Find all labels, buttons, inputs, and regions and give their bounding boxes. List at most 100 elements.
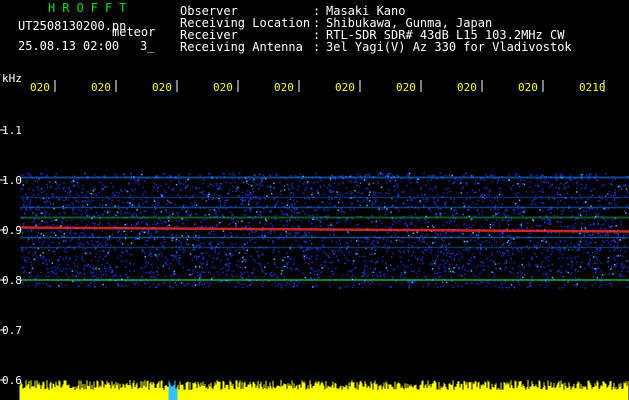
noise-dot — [574, 269, 576, 272]
noise-dot — [501, 244, 504, 246]
noise-dot — [334, 251, 337, 253]
noise-dot — [479, 272, 481, 275]
noise-dot — [375, 200, 377, 203]
noise-dot — [169, 280, 171, 283]
noise-dot — [89, 265, 92, 268]
noise-dot — [199, 277, 201, 279]
noise-dot — [195, 265, 197, 268]
noise-dot — [163, 248, 166, 250]
noise-dot — [423, 172, 425, 175]
noise-dot — [400, 272, 402, 274]
noise-dot — [62, 187, 64, 189]
noise-dot — [203, 193, 205, 196]
noise-dot — [450, 221, 453, 223]
noise-dot — [302, 235, 304, 237]
noise-dot — [282, 213, 285, 216]
noise-dot — [220, 188, 222, 190]
noise-dot — [208, 172, 211, 175]
noise-dot — [421, 193, 423, 196]
noise-dot — [304, 202, 307, 205]
noise-dot — [604, 234, 606, 236]
noise-dot — [543, 238, 545, 240]
noise-dot — [53, 232, 56, 234]
noise-dot — [514, 193, 517, 195]
noise-dot — [321, 239, 324, 242]
noise-dot — [571, 179, 573, 181]
noise-dot — [464, 204, 466, 206]
noise-dot — [286, 213, 288, 215]
noise-dot — [430, 179, 433, 181]
noise-dot — [91, 272, 93, 274]
noise-dot — [78, 235, 81, 237]
noise-dot — [181, 282, 183, 284]
noise-dot — [227, 258, 230, 261]
noise-dot — [289, 257, 291, 260]
noise-dot — [193, 281, 195, 284]
noise-dot — [410, 188, 412, 191]
noise-dot — [21, 250, 24, 252]
noise-dot — [398, 239, 401, 241]
noise-dot — [191, 186, 194, 188]
noise-dot — [295, 240, 297, 242]
noise-dot — [364, 255, 366, 258]
noise-dot — [345, 187, 348, 189]
noise-dot — [75, 199, 78, 202]
noise-dot — [506, 286, 508, 288]
noise-dot — [360, 192, 363, 195]
noise-dot — [317, 219, 320, 222]
noise-dot — [618, 275, 620, 278]
noise-dot — [390, 211, 392, 213]
noise-dot — [385, 226, 387, 228]
noise-dot — [483, 179, 485, 181]
noise-dot — [511, 272, 513, 274]
noise-dot — [625, 212, 627, 214]
noise-dot — [105, 204, 107, 206]
noise-dot — [248, 200, 250, 202]
noise-dot — [45, 276, 47, 278]
noise-dot — [521, 182, 524, 185]
noise-dot — [533, 198, 536, 201]
noise-dot — [131, 204, 134, 206]
noise-dot — [551, 263, 553, 265]
noise-dot — [253, 174, 256, 176]
noise-dot — [411, 281, 414, 284]
noise-dot — [337, 202, 340, 205]
time-tick-label: 020 — [213, 81, 233, 94]
noise-dot — [598, 200, 601, 202]
noise-dot — [334, 182, 336, 185]
noise-dot — [145, 261, 147, 264]
noise-dot — [427, 282, 430, 285]
noise-dot — [231, 178, 233, 180]
noise-dot — [386, 250, 388, 253]
noise-dot — [412, 251, 415, 253]
noise-dot — [604, 228, 606, 230]
noise-dot — [239, 266, 242, 268]
noise-dot — [496, 199, 499, 202]
noise-dot — [418, 219, 420, 222]
noise-dot — [576, 249, 578, 251]
noise-dot — [364, 264, 366, 267]
noise-dot — [28, 173, 31, 176]
noise-dot — [156, 222, 159, 225]
noise-dot — [49, 235, 51, 237]
noise-dot — [225, 262, 227, 265]
noise-dot — [506, 241, 509, 244]
noise-dot — [439, 214, 442, 216]
noise-dot — [322, 244, 324, 246]
noise-dot — [495, 241, 497, 243]
spectrogram: kHz 1.11.00.90.80.70.6 020 020 020 020 020 02… — [0, 72, 629, 400]
noise-dot — [211, 198, 214, 201]
noise-dot — [500, 284, 503, 286]
noise-dot — [547, 181, 550, 184]
noise-dot — [241, 202, 244, 205]
noise-dot — [507, 215, 509, 217]
noise-dot — [133, 282, 135, 284]
noise-dot — [610, 202, 613, 205]
noise-dot — [157, 267, 159, 269]
noise-dot — [154, 224, 157, 226]
noise-dot — [327, 187, 329, 189]
noise-dot — [262, 253, 265, 255]
noise-dot — [472, 224, 475, 226]
noise-dot — [381, 222, 384, 225]
noise-dot — [273, 258, 275, 260]
